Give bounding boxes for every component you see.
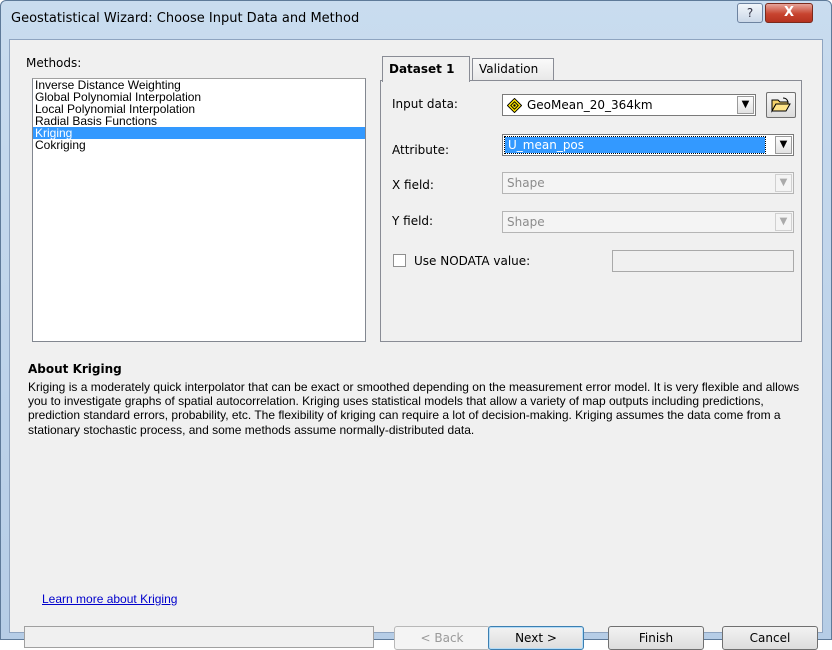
status-box	[24, 626, 374, 648]
method-item[interactable]: Radial Basis Functions	[33, 115, 365, 127]
about-title: About Kriging	[28, 362, 122, 376]
nodata-value-input[interactable]	[612, 250, 794, 272]
tab-dataset-1[interactable]: Dataset 1	[382, 56, 470, 82]
close-button[interactable]: X	[765, 3, 813, 23]
input-data-label: Input data:	[392, 97, 458, 111]
methods-label: Methods:	[26, 56, 82, 70]
use-nodata-checkbox[interactable]	[393, 254, 406, 267]
chevron-down-icon[interactable]: ▼	[737, 96, 754, 114]
x-field-value: Shape	[507, 176, 545, 190]
x-field-label: X field:	[392, 178, 434, 192]
input-data-value: GeoMean_20_364km	[527, 98, 653, 112]
y-field-dropdown[interactable]: Shape ▼	[502, 211, 794, 233]
learn-more-link[interactable]: Learn more about Kriging	[42, 592, 177, 606]
title-bar[interactable]: Geostatistical Wizard: Choose Input Data…	[1, 1, 831, 39]
use-nodata-label[interactable]: Use NODATA value:	[414, 254, 530, 268]
tab-validation[interactable]: Validation	[472, 58, 554, 80]
methods-list[interactable]: Inverse Distance Weighting Global Polynom…	[32, 78, 366, 342]
attribute-label: Attribute:	[392, 143, 450, 157]
next-button[interactable]: Next >	[488, 626, 584, 650]
diamond-point-layer-icon	[507, 98, 522, 113]
browse-button[interactable]	[766, 92, 796, 118]
cancel-button[interactable]: Cancel	[722, 626, 818, 650]
attribute-dropdown[interactable]: U_mean_pos ▼	[502, 134, 794, 156]
input-data-dropdown[interactable]: GeoMean_20_364km ▼	[502, 94, 756, 116]
window-title: Geostatistical Wizard: Choose Input Data…	[11, 11, 360, 26]
attribute-value: U_mean_pos	[504, 136, 766, 154]
open-folder-icon	[771, 97, 791, 113]
finish-button[interactable]: Finish	[608, 626, 704, 650]
y-field-value: Shape	[507, 215, 545, 229]
x-field-dropdown[interactable]: Shape ▼	[502, 172, 794, 194]
about-description: Kriging is a moderately quick interpolat…	[28, 380, 800, 437]
chevron-down-icon[interactable]: ▼	[775, 136, 792, 154]
chevron-down-icon: ▼	[775, 174, 792, 192]
help-button[interactable]: ?	[737, 3, 763, 23]
method-item[interactable]: Cokriging	[33, 139, 365, 151]
back-button[interactable]: < Back	[394, 626, 490, 650]
y-field-label: Y field:	[392, 214, 434, 228]
chevron-down-icon: ▼	[775, 213, 792, 231]
